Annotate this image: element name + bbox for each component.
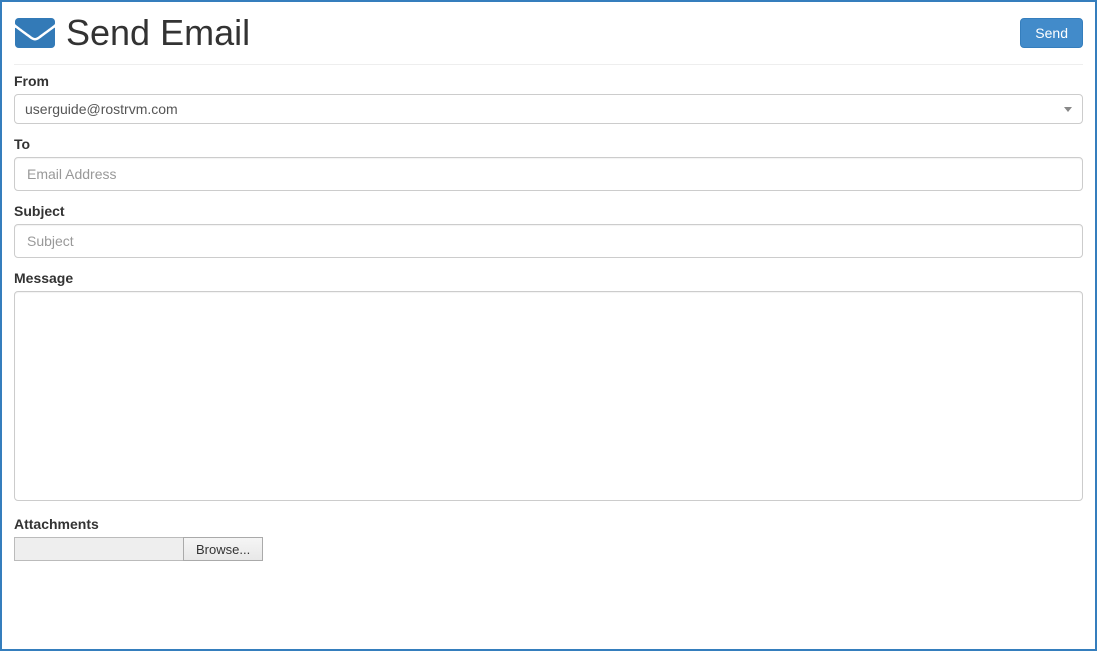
- to-group: To: [14, 136, 1083, 191]
- message-group: Message: [14, 270, 1083, 504]
- message-textarea[interactable]: [14, 291, 1083, 501]
- from-select[interactable]: userguide@rostrvm.com: [14, 94, 1083, 124]
- from-selected-value: userguide@rostrvm.com: [25, 101, 1058, 117]
- attachments-group: Attachments Browse...: [14, 516, 1083, 561]
- browse-button[interactable]: Browse...: [183, 537, 263, 561]
- subject-label: Subject: [14, 203, 1083, 219]
- subject-input[interactable]: [14, 224, 1083, 258]
- title-wrap: Send Email: [14, 12, 250, 54]
- from-label: From: [14, 73, 1083, 89]
- page-title: Send Email: [66, 12, 250, 54]
- file-input-wrap: Browse...: [14, 537, 1083, 561]
- to-label: To: [14, 136, 1083, 152]
- email-form-panel: Send Email Send From userguide@rostrvm.c…: [0, 0, 1097, 651]
- subject-group: Subject: [14, 203, 1083, 258]
- send-button[interactable]: Send: [1020, 18, 1083, 48]
- attachments-label: Attachments: [14, 516, 1083, 532]
- to-input[interactable]: [14, 157, 1083, 191]
- chevron-down-icon: [1064, 107, 1072, 112]
- message-label: Message: [14, 270, 1083, 286]
- file-path-display[interactable]: [14, 537, 184, 561]
- envelope-icon: [14, 18, 56, 48]
- from-group: From userguide@rostrvm.com: [14, 73, 1083, 124]
- header: Send Email Send: [14, 12, 1083, 65]
